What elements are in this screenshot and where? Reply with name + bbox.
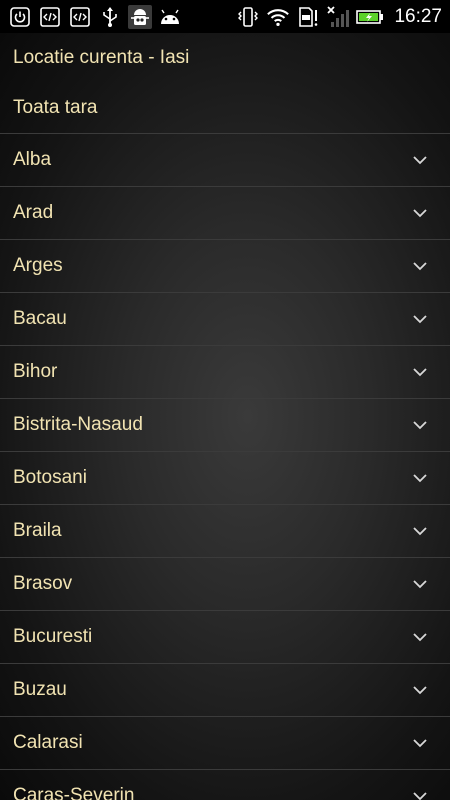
vibrate-icon: [236, 5, 260, 29]
chevron-down-icon[interactable]: [412, 791, 428, 800]
county-item[interactable]: Caras-Severin: [0, 770, 450, 800]
whole-country-item[interactable]: Toata tara: [0, 82, 450, 133]
county-label: Botosani: [13, 467, 87, 488]
county-item[interactable]: Bihor: [0, 346, 450, 399]
power-icon: [8, 5, 32, 29]
county-label: Bistrita-Nasaud: [13, 414, 143, 435]
android-bug-icon: [128, 4, 152, 29]
county-label: Alba: [13, 149, 52, 170]
county-label: Braila: [13, 520, 62, 541]
chevron-down-icon[interactable]: [412, 261, 428, 271]
battery-charging-icon: [356, 5, 384, 29]
county-label: Arad: [13, 202, 54, 223]
county-label: Buzau: [13, 679, 67, 700]
county-list: Alba Arad Arges Bacau Bihor Bistrita-Nasaud Bo…: [0, 133, 450, 800]
county-item[interactable]: Braila: [0, 505, 450, 558]
code-icon: [68, 5, 92, 29]
android-icon: [158, 5, 182, 29]
usb-icon: [98, 5, 122, 29]
county-item[interactable]: Brasov: [0, 558, 450, 611]
chevron-down-icon[interactable]: [412, 738, 428, 748]
chevron-down-icon[interactable]: [412, 314, 428, 324]
clock: 16:27: [394, 5, 442, 27]
county-item[interactable]: Bistrita-Nasaud: [0, 399, 450, 452]
chevron-down-icon[interactable]: [412, 632, 428, 642]
county-list-screen: Locatie curenta - Iasi Toata tara Alba Ar…: [0, 33, 450, 800]
chevron-down-icon[interactable]: [412, 685, 428, 695]
county-label: Calarasi: [13, 732, 83, 753]
chevron-down-icon[interactable]: [412, 367, 428, 377]
county-item[interactable]: Bucuresti: [0, 611, 450, 664]
county-label: Brasov: [13, 573, 73, 594]
county-label: Bucuresti: [13, 626, 93, 647]
county-item[interactable]: Calarasi: [0, 717, 450, 770]
chevron-down-icon[interactable]: [412, 473, 428, 483]
no-signal-icon: [326, 5, 350, 29]
sd-alert-icon: [296, 5, 320, 29]
chevron-down-icon[interactable]: [412, 526, 428, 536]
county-item[interactable]: Buzau: [0, 664, 450, 717]
current-location-item[interactable]: Locatie curenta - Iasi: [0, 33, 450, 82]
county-label: Bihor: [13, 361, 58, 382]
county-item[interactable]: Alba: [0, 134, 450, 187]
county-item[interactable]: Arad: [0, 187, 450, 240]
chevron-down-icon[interactable]: [412, 155, 428, 165]
status-bar: 16:27: [0, 0, 450, 33]
county-item[interactable]: Bacau: [0, 293, 450, 346]
code-icon: [38, 5, 62, 29]
county-label: Bacau: [13, 308, 67, 329]
county-item[interactable]: Arges: [0, 240, 450, 293]
county-item[interactable]: Botosani: [0, 452, 450, 505]
wifi-icon: [266, 5, 290, 29]
chevron-down-icon[interactable]: [412, 420, 428, 430]
county-label: Arges: [13, 255, 63, 276]
county-label: Caras-Severin: [13, 785, 135, 800]
chevron-down-icon[interactable]: [412, 579, 428, 589]
chevron-down-icon[interactable]: [412, 208, 428, 218]
